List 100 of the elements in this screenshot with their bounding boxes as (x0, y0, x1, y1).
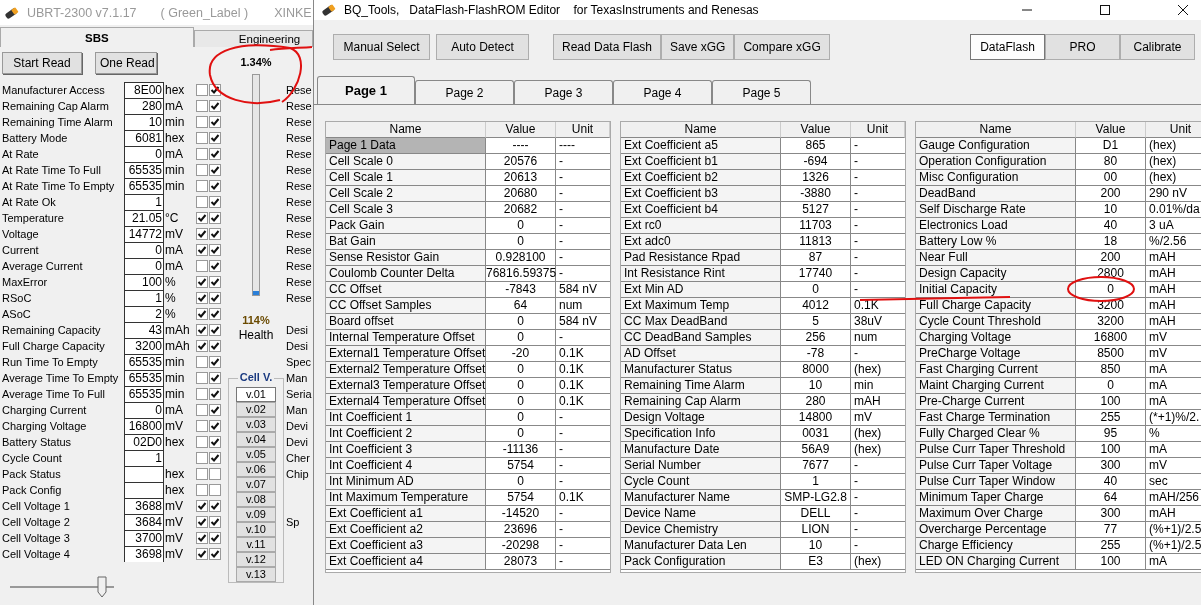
value-field[interactable]: 3200 (124, 338, 164, 354)
slider[interactable] (10, 576, 114, 598)
name-cell[interactable]: Ext Coefficient a5 (621, 138, 781, 154)
checkbox[interactable] (196, 484, 208, 496)
value-cell[interactable]: 23696 (486, 522, 556, 538)
value-cell[interactable]: 300 (1076, 506, 1146, 522)
name-cell[interactable]: Ext Min AD (621, 282, 781, 298)
checkbox[interactable] (209, 340, 221, 352)
value-cell[interactable]: 0 (486, 474, 556, 490)
value-cell[interactable]: 40 (1076, 474, 1146, 490)
name-cell[interactable]: Int Coefficient 3 (326, 442, 486, 458)
checkbox[interactable] (196, 212, 208, 224)
checkbox[interactable] (196, 116, 208, 128)
tab[interactable]: Page 2 (415, 80, 514, 104)
value-cell[interactable]: 0 (486, 218, 556, 234)
value-cell[interactable]: -20298 (486, 538, 556, 554)
name-cell[interactable]: Initial Capacity (916, 282, 1076, 298)
value-field[interactable]: 1 (124, 194, 164, 210)
cell-button[interactable]: v.12 (236, 552, 276, 567)
value-cell[interactable]: 850 (1076, 362, 1146, 378)
checkbox[interactable] (196, 276, 208, 288)
checkbox[interactable] (196, 500, 208, 512)
checkbox[interactable] (209, 260, 221, 272)
value-cell[interactable]: 40 (1076, 218, 1146, 234)
name-cell[interactable]: Board offset (326, 314, 486, 330)
cell-button[interactable]: v.09 (236, 507, 276, 522)
name-cell[interactable]: Cycle Count Threshold (916, 314, 1076, 330)
checkbox[interactable] (196, 148, 208, 160)
value-cell[interactable]: 10 (781, 538, 851, 554)
value-cell[interactable]: 10 (1076, 202, 1146, 218)
value-cell[interactable]: -20 (486, 346, 556, 362)
value-field[interactable]: 10 (124, 114, 164, 130)
name-cell[interactable]: Pack Configuration (621, 554, 781, 570)
name-cell[interactable]: Manufacturer Name (621, 490, 781, 506)
value-cell[interactable]: 0 (486, 362, 556, 378)
checkbox[interactable] (196, 468, 208, 480)
toolbar-button[interactable]: Manual Select (333, 34, 430, 60)
name-cell[interactable]: Electronics Load (916, 218, 1076, 234)
checkbox[interactable] (209, 548, 221, 560)
value-cell[interactable]: 1 (781, 474, 851, 490)
checkbox[interactable] (196, 436, 208, 448)
checkbox[interactable] (196, 372, 208, 384)
value-cell[interactable]: 1326 (781, 170, 851, 186)
checkbox[interactable] (209, 452, 221, 464)
value-cell[interactable]: 87 (781, 250, 851, 266)
name-cell[interactable]: Ext Coefficient b2 (621, 170, 781, 186)
value-cell[interactable]: 00 (1076, 170, 1146, 186)
value-cell[interactable]: 0 (486, 234, 556, 250)
name-cell[interactable]: CC DeadBand Samples (621, 330, 781, 346)
checkbox[interactable] (209, 276, 221, 288)
value-cell[interactable]: -11136 (486, 442, 556, 458)
cell-button[interactable]: v.08 (236, 492, 276, 507)
name-cell[interactable]: Design Voltage (621, 410, 781, 426)
value-cell[interactable]: 18 (1076, 234, 1146, 250)
value-cell[interactable]: SMP-LG2.8 (781, 490, 851, 506)
value-cell[interactable]: 95 (1076, 426, 1146, 442)
value-cell[interactable]: 20682 (486, 202, 556, 218)
checkbox[interactable] (209, 436, 221, 448)
value-cell[interactable]: 80 (1076, 154, 1146, 170)
cell-button[interactable]: v.05 (236, 447, 276, 462)
toolbar-button[interactable]: Read Data Flash (553, 34, 662, 60)
name-cell[interactable]: Battery Low % (916, 234, 1076, 250)
cell-button[interactable]: v.04 (236, 432, 276, 447)
value-field[interactable] (124, 466, 164, 482)
tab[interactable]: Page 4 (613, 80, 712, 104)
value-cell[interactable]: 64 (1076, 490, 1146, 506)
tab[interactable]: Page 3 (514, 80, 613, 104)
value-cell[interactable]: 8000 (781, 362, 851, 378)
value-field[interactable]: 43 (124, 322, 164, 338)
value-field[interactable]: 3684 (124, 514, 164, 530)
value-field[interactable]: 0 (124, 242, 164, 258)
name-cell[interactable]: Full Charge Capacity (916, 298, 1076, 314)
name-cell[interactable]: AD Offset (621, 346, 781, 362)
name-cell[interactable]: Device Name (621, 506, 781, 522)
checkbox[interactable] (196, 516, 208, 528)
checkbox[interactable] (209, 180, 221, 192)
cell-button[interactable]: v.01 (236, 387, 276, 402)
name-cell[interactable]: Int Coefficient 4 (326, 458, 486, 474)
value-cell[interactable]: 4012 (781, 298, 851, 314)
value-cell[interactable]: D1 (1076, 138, 1146, 154)
value-field[interactable]: 16800 (124, 418, 164, 434)
value-field[interactable]: 0 (124, 402, 164, 418)
checkbox[interactable] (209, 388, 221, 400)
name-cell[interactable]: Ext Coefficient b4 (621, 202, 781, 218)
value-cell[interactable]: 255 (1076, 538, 1146, 554)
checkbox[interactable] (196, 244, 208, 256)
checkbox[interactable] (209, 516, 221, 528)
value-cell[interactable]: 0031 (781, 426, 851, 442)
name-cell[interactable]: Ext Coefficient a3 (326, 538, 486, 554)
value-cell[interactable]: 10 (781, 378, 851, 394)
name-cell[interactable]: Minimum Taper Charge (916, 490, 1076, 506)
checkbox[interactable] (209, 164, 221, 176)
name-cell[interactable]: Manufacturer Data Len (621, 538, 781, 554)
name-cell[interactable]: Pad Resistance Rpad (621, 250, 781, 266)
value-cell[interactable]: 17740 (781, 266, 851, 282)
cell-button[interactable]: v.11 (236, 537, 276, 552)
checkbox[interactable] (209, 212, 221, 224)
name-cell[interactable]: Self Discharge Rate (916, 202, 1076, 218)
name-cell[interactable]: Overcharge Percentage (916, 522, 1076, 538)
value-cell[interactable]: 0 (486, 426, 556, 442)
